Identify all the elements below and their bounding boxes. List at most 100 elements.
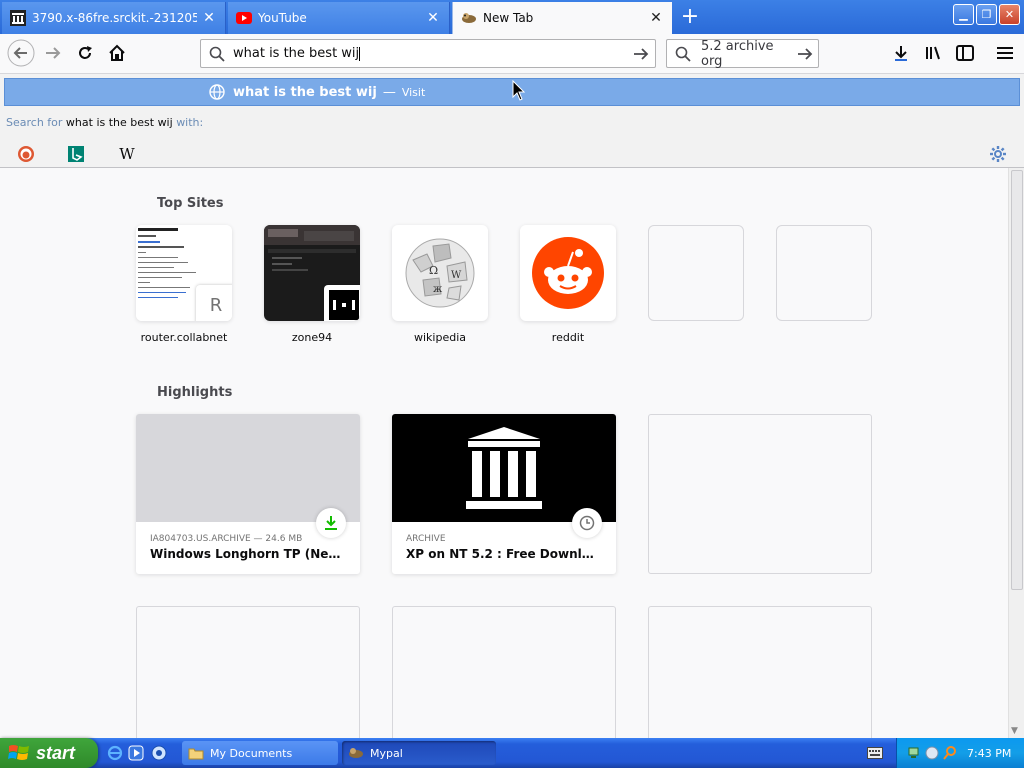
- top-site-empty-slot[interactable]: [648, 225, 744, 321]
- search-go-arrow-icon[interactable]: [792, 47, 818, 61]
- tab-close-icon[interactable]: ✕: [425, 10, 441, 26]
- go-arrow-icon[interactable]: [627, 47, 655, 61]
- vertical-scrollbar[interactable]: ▼: [1008, 168, 1024, 738]
- highlight-card-longhorn[interactable]: IA804703.US.ARCHIVE — 24.6 MB Windows Lo…: [136, 414, 360, 574]
- top-site-thumbnail: [264, 225, 360, 321]
- highlights-heading: Highlights: [157, 385, 233, 400]
- forward-button[interactable]: [38, 38, 68, 68]
- media-quicklaunch-icon[interactable]: [127, 744, 145, 762]
- highlight-empty-slot: [136, 606, 360, 738]
- tab-title: 3790.x-86fre.srckit.-231205-054: [32, 11, 197, 25]
- search-icon: [209, 46, 225, 62]
- highlight-thumbnail: [136, 414, 360, 522]
- minimize-button[interactable]: ▁: [953, 4, 974, 25]
- start-button[interactable]: start: [0, 738, 98, 768]
- highlight-empty-slot: [648, 606, 872, 738]
- restore-button[interactable]: ❐: [976, 4, 997, 25]
- mypal-icon: [349, 748, 363, 758]
- home-button[interactable]: [102, 38, 132, 68]
- system-tray: 7:43 PM: [896, 738, 1024, 768]
- search-bar[interactable]: 5.2 archive org: [666, 39, 819, 69]
- wikipedia-engine-button[interactable]: W: [111, 142, 143, 166]
- taskbar-item-label: My Documents: [210, 746, 293, 760]
- archive-icon: [10, 10, 26, 26]
- top-site-empty-slot[interactable]: [776, 225, 872, 321]
- tab-close-icon[interactable]: ✕: [648, 10, 664, 26]
- sidebar-icon: [956, 45, 974, 61]
- windows-logo-icon: [8, 745, 29, 760]
- top-site-router-collabnet[interactable]: R router.collabnet: [136, 225, 232, 344]
- highlight-empty-slot: [648, 414, 872, 574]
- top-site-label: wikipedia: [413, 331, 466, 344]
- highlight-card-xp-nt52[interactable]: ARCHIVE XP on NT 5.2 : Free Download, B.…: [392, 414, 616, 574]
- ie-quicklaunch-icon[interactable]: [106, 744, 124, 762]
- folder-icon: [188, 748, 204, 760]
- empty-tile: [648, 225, 744, 321]
- wikipedia-globe-icon: Ω W ж: [405, 238, 475, 308]
- navigation-toolbar: what is the best wij 5.2 archive org: [0, 34, 1024, 74]
- taskbar-item-label: Mypal: [370, 746, 403, 760]
- gear-icon: [990, 146, 1006, 162]
- archive-building-icon: [466, 427, 542, 509]
- tab-close-icon[interactable]: ✕: [201, 10, 217, 26]
- clock-icon: [572, 508, 602, 538]
- taskbar-item-my-documents[interactable]: My Documents: [182, 741, 338, 765]
- start-label: start: [36, 742, 76, 763]
- youtube-icon: [236, 10, 252, 26]
- volume-tray-icon[interactable]: [925, 746, 939, 760]
- library-button[interactable]: [918, 38, 948, 68]
- svg-text:ж: ж: [433, 284, 443, 295]
- site-letter-icon: R: [196, 285, 232, 321]
- bing-icon: [68, 146, 84, 162]
- bing-engine-button[interactable]: [60, 142, 92, 166]
- top-site-label: reddit: [551, 331, 585, 344]
- autocomplete-action: Visit: [401, 85, 426, 99]
- back-button[interactable]: [6, 38, 36, 68]
- taskbar-item-mypal[interactable]: Mypal: [342, 741, 496, 765]
- top-site-reddit[interactable]: reddit: [520, 225, 616, 344]
- zone94-favicon: [324, 285, 360, 321]
- desktop-quicklaunch-icon[interactable]: [150, 744, 168, 762]
- downloads-button[interactable]: [886, 38, 916, 68]
- search-for-prefix: Search for: [6, 116, 63, 129]
- tab-youtube[interactable]: YouTube ✕: [228, 2, 450, 34]
- autocomplete-title: what is the best wij: [233, 84, 377, 100]
- reload-button[interactable]: [70, 38, 100, 68]
- menu-button[interactable]: [990, 38, 1020, 68]
- wikipedia-icon: W: [119, 145, 135, 163]
- globe-icon: [209, 84, 225, 100]
- top-site-wikipedia[interactable]: Ω W ж wikipedia: [392, 225, 488, 344]
- top-site-thumbnail: R: [136, 225, 232, 321]
- search-input-value[interactable]: 5.2 archive org: [701, 39, 792, 69]
- scroll-down-arrow-icon[interactable]: ▼: [1011, 726, 1018, 736]
- tab-archive[interactable]: 3790.x-86fre.srckit.-231205-054 ✕: [2, 2, 226, 34]
- search-settings-button[interactable]: [982, 142, 1014, 166]
- keyboard-tray-icon[interactable]: [866, 744, 884, 762]
- highlight-thumbnail: [392, 414, 616, 522]
- svg-text:Ω: Ω: [429, 264, 438, 277]
- top-site-zone94[interactable]: zone94: [264, 225, 360, 344]
- sidebar-button[interactable]: [950, 38, 980, 68]
- new-tab-button[interactable]: +: [676, 4, 704, 30]
- download-icon: [316, 508, 346, 538]
- close-window-button[interactable]: ✕: [999, 4, 1020, 25]
- duckduckgo-engine-button[interactable]: [10, 142, 42, 166]
- url-input-value[interactable]: what is the best wij: [233, 46, 359, 61]
- scrollbar-thumb[interactable]: [1011, 170, 1023, 590]
- highlight-title: Windows Longhorn TP (New).zip: [150, 547, 346, 561]
- library-icon: [926, 46, 940, 60]
- tab-strip: 3790.x-86fre.srckit.-231205-054 ✕ YouTub…: [0, 0, 1024, 34]
- clock[interactable]: 7:43 PM: [967, 747, 1011, 760]
- new-tab-page: Top Sites R router.collabnet zone94 Ω W …: [0, 168, 1024, 738]
- home-icon: [109, 44, 125, 61]
- mouse-cursor-icon: [512, 80, 526, 101]
- top-site-thumbnail: Ω W ж: [392, 225, 488, 321]
- tab-new-tab[interactable]: New Tab ✕: [452, 2, 672, 34]
- autocomplete-separator: —: [382, 84, 396, 100]
- taskbar: start My Documents Mypal 7:43 PM: [0, 738, 1024, 768]
- network-tray-icon[interactable]: [907, 746, 921, 760]
- url-bar[interactable]: what is the best wij: [200, 39, 656, 68]
- highlight-empty-slot: [392, 606, 616, 738]
- search-tray-icon[interactable]: [943, 746, 957, 760]
- top-site-label: zone94: [291, 331, 333, 344]
